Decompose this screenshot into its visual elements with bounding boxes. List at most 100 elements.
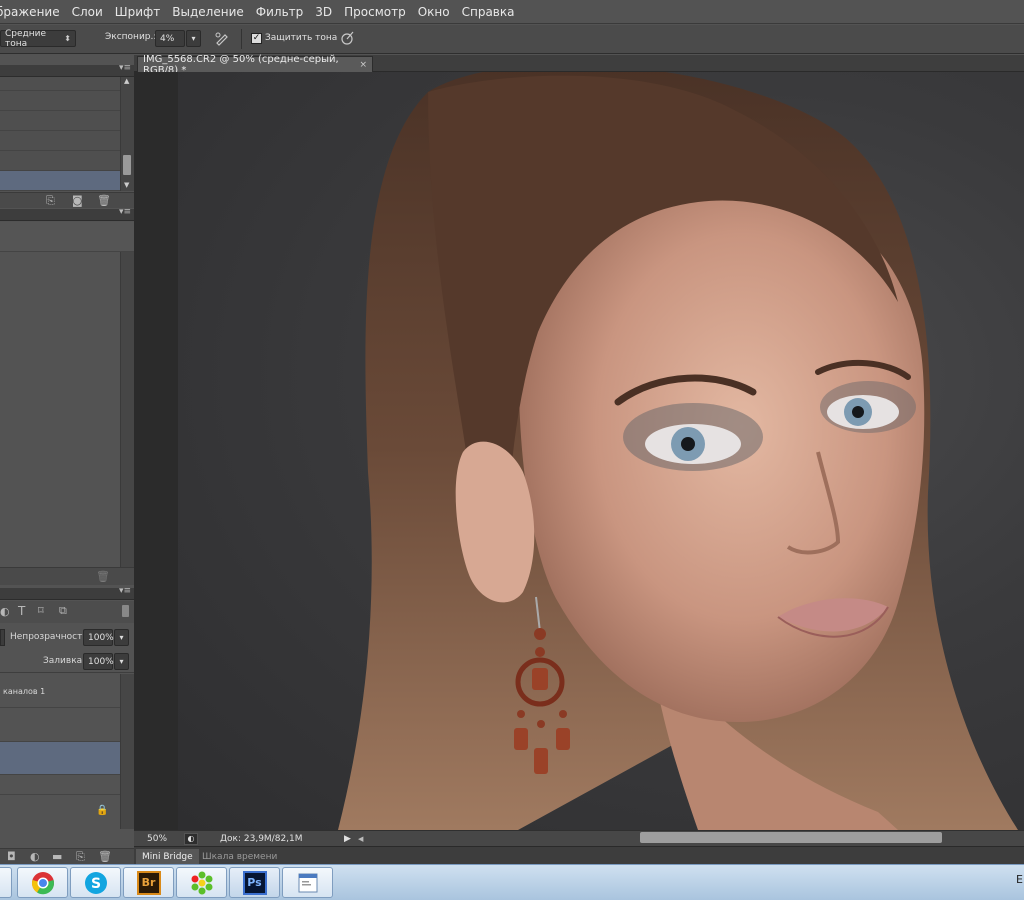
menu-help[interactable]: Справка [456, 5, 521, 19]
skype-icon: S [84, 871, 108, 895]
layer-row[interactable] [0, 708, 120, 742]
document-tab[interactable]: IMG_5568.CR2 @ 50% (средне-серый, RGB/8)… [137, 54, 373, 76]
shape-filter-icon[interactable]: ⌑ [38, 604, 44, 617]
scroll-up-icon[interactable]: ▲ [124, 77, 129, 85]
taskbar-skype-button[interactable]: S [70, 867, 121, 898]
history-row[interactable] [0, 77, 120, 91]
layer-row[interactable]: каналов 1 [0, 674, 120, 708]
lock-icon: 🔒 [96, 805, 109, 816]
menu-filter[interactable]: Фильтр [250, 5, 309, 19]
canvas-area[interactable] [134, 72, 1024, 830]
opacity-input[interactable]: 100% [83, 629, 114, 646]
panel-menu-icon[interactable]: ▾≡ [119, 207, 131, 217]
taskbar-icq-button[interactable] [176, 867, 227, 898]
exposure-dropdown-button[interactable]: ▾ [186, 30, 201, 47]
layer-row[interactable] [0, 775, 120, 795]
filter-toggle[interactable] [122, 605, 129, 617]
fill-input[interactable]: 100% [83, 653, 114, 670]
history-row[interactable] [0, 91, 120, 111]
trash-icon[interactable]: 🗑 [97, 194, 111, 207]
scroll-thumb[interactable] [123, 155, 131, 175]
opacity-row: Непрозрачность: 100% ▾ [0, 625, 134, 649]
trash-icon[interactable]: 🗑 [96, 570, 110, 583]
new-document-from-state-icon[interactable]: ⎘ [46, 194, 55, 208]
taskbar-window-button[interactable] [282, 867, 333, 898]
history-row[interactable] [0, 131, 120, 151]
adjustment-filter-icon[interactable]: ◐ [0, 605, 10, 618]
taskbar-bridge-button[interactable]: Br [123, 867, 174, 898]
layers-footer: ◘ ◐ ▬ ⎘ 🗑 [0, 848, 134, 865]
layer-filter-row: ◐ T ⌑ ⧉ [0, 601, 134, 623]
tab-timeline[interactable]: Шкала времени [196, 849, 283, 864]
layers-panel-header: ▾≡ [0, 586, 134, 600]
triangle-down-icon: ▾ [119, 633, 124, 642]
windows-taskbar: S Br Ps E [0, 864, 1024, 900]
protect-tones-label: Защитить тона [265, 33, 338, 43]
tray-text: E [1016, 873, 1023, 886]
second-panel-scrollbar[interactable] [120, 252, 134, 567]
fill-dropdown-button[interactable]: ▾ [114, 653, 129, 670]
tab-mini-bridge[interactable]: Mini Bridge [136, 849, 199, 864]
menu-layers[interactable]: Слои [66, 5, 109, 19]
updown-icon: ⬍ [64, 34, 71, 43]
horizontal-scroll-thumb[interactable] [640, 832, 942, 843]
portrait-illustration [338, 72, 1018, 830]
airbrush-icon[interactable] [214, 30, 230, 50]
close-icon[interactable]: × [359, 60, 367, 70]
bridge-icon: Br [136, 870, 161, 895]
svg-text:S: S [90, 876, 100, 892]
exposure-label: Экспонир.: [105, 32, 157, 42]
pressure-size-icon[interactable] [339, 30, 355, 50]
menu-select[interactable]: Выделение [166, 5, 249, 19]
blend-mode-select[interactable] [0, 629, 5, 646]
adjustment-layer-icon[interactable]: ◐ [30, 850, 40, 863]
exposure-input[interactable]: 4% [155, 30, 185, 47]
history-scrollbar[interactable]: ▲ ▼ [120, 77, 134, 191]
second-panel-footer: 🗑 [0, 567, 134, 585]
history-row-selected[interactable] [0, 171, 120, 191]
taskbar-button-partial[interactable] [0, 867, 12, 898]
photoshop-icon: Ps [242, 870, 267, 895]
menu-3d[interactable]: 3D [309, 5, 338, 19]
taskbar-chrome-button[interactable] [17, 867, 68, 898]
status-info-icon[interactable]: ◐ [184, 832, 199, 845]
zoom-level[interactable]: 50% [147, 834, 167, 844]
menu-window[interactable]: Окно [412, 5, 456, 19]
new-layer-icon[interactable]: ⎘ [76, 850, 85, 864]
status-menu-arrow-icon[interactable]: ▶ [344, 834, 351, 844]
snapshot-camera-icon[interactable]: ◙ [72, 194, 83, 207]
smart-object-filter-icon[interactable]: ⧉ [59, 604, 67, 618]
scroll-left-icon[interactable]: ◀ [358, 835, 363, 843]
folder-icon[interactable]: ▬ [52, 850, 62, 863]
opacity-dropdown-button[interactable]: ▾ [114, 629, 129, 646]
trash-icon[interactable]: 🗑 [98, 850, 112, 863]
second-panel-top-row [0, 222, 134, 252]
range-select-value: Средние тона [5, 28, 47, 49]
menu-view[interactable]: Просмотр [338, 5, 412, 19]
panel-menu-icon[interactable]: ▾≡ [119, 586, 131, 596]
chrome-icon [31, 871, 55, 895]
second-panel-body [0, 252, 120, 567]
document-tab-bar: IMG_5568.CR2 @ 50% (средне-серый, RGB/8)… [134, 54, 1024, 76]
mask-icon[interactable]: ◘ [7, 850, 16, 863]
range-select[interactable]: Средние тона ⬍ [0, 28, 76, 49]
layer-row-selected[interactable] [0, 742, 120, 775]
fill-value: 100% [88, 656, 114, 667]
panel-menu-icon[interactable]: ▾≡ [119, 63, 131, 73]
background-layer-row[interactable]: 🔒 [0, 795, 120, 829]
layers-scrollbar[interactable] [120, 674, 134, 829]
history-row[interactable] [0, 111, 120, 131]
layer-name: каналов 1 [3, 687, 46, 696]
options-divider [241, 29, 242, 49]
opacity-label: Непрозрачность: [10, 632, 91, 642]
menu-type[interactable]: Шрифт [109, 5, 167, 19]
taskbar-photoshop-button[interactable]: Ps [229, 867, 280, 898]
history-panel-header: ▾≡ [0, 63, 134, 77]
history-row[interactable] [0, 151, 120, 171]
bottom-panel-tabs: Mini Bridge Шкала времени [134, 846, 1024, 864]
left-panel-column: ▾≡ ▲ ▼ ⎘ ◙ 🗑 ▾≡ 🗑 ▾≡ ◐ T ⌑ ⧉ Непрозрачно… [0, 55, 134, 865]
scroll-down-icon[interactable]: ▼ [124, 181, 129, 189]
menu-image[interactable]: бражение [0, 5, 66, 19]
type-filter-icon[interactable]: T [18, 604, 25, 618]
protect-tones-checkbox[interactable]: ✓ [251, 33, 262, 44]
